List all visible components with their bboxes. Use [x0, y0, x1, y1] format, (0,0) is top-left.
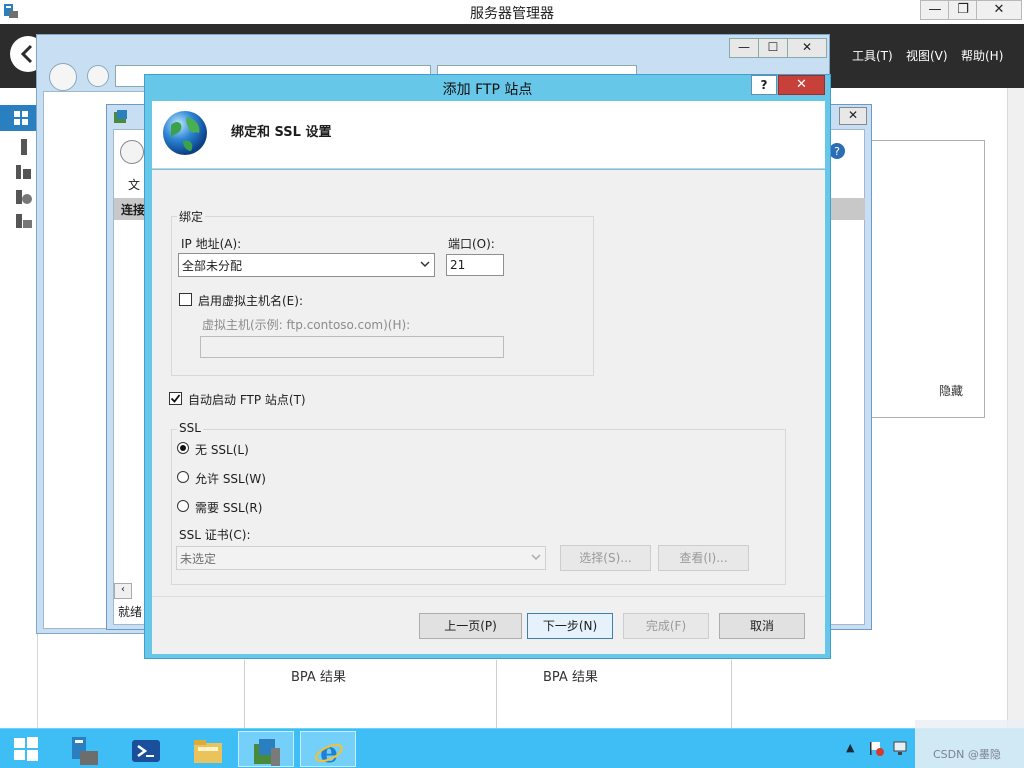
server-manager-icon — [72, 737, 98, 765]
dialog-title: 添加 FTP 站点 — [442, 82, 533, 98]
chevron-down-icon — [420, 261, 430, 268]
bpa-tile-2: BPA 结果 — [496, 660, 732, 728]
iis-icon[interactable] — [15, 212, 33, 230]
enable-virtual-host-label: 启用虚拟主机名(E): — [198, 294, 303, 308]
cancel-button[interactable]: 取消 — [719, 613, 805, 639]
powershell-icon — [132, 740, 160, 762]
ie-maximize-button[interactable]: ☐ — [758, 38, 788, 58]
dialog-close-button[interactable]: ✕ — [778, 75, 825, 95]
binding-group-label: 绑定 — [177, 208, 206, 225]
folder-icon — [194, 740, 222, 763]
taskbar: e ▲ — [0, 728, 1024, 768]
action-center-flag-icon[interactable] — [868, 740, 884, 756]
auto-start-checkbox[interactable] — [169, 392, 182, 405]
watermark: CSDN @墨隐 — [915, 720, 1024, 768]
bpa-tile-1: BPA 结果 — [244, 660, 496, 728]
close-button[interactable]: ✕ — [976, 0, 1022, 20]
ie-forward-button[interactable] — [87, 65, 109, 87]
port-label: 端口(O): — [448, 237, 495, 251]
menu-view[interactable]: 视图(V) — [906, 47, 948, 64]
show-hidden-icons-icon[interactable]: ▲ — [846, 741, 854, 754]
server-manager-scrollbar[interactable] — [1007, 88, 1024, 728]
hide-panel: 隐藏 — [870, 140, 985, 418]
file-storage-icon[interactable] — [15, 188, 33, 206]
watermark-text: CSDN @墨隐 — [933, 748, 1001, 761]
svg-text:e: e — [320, 736, 338, 768]
globe-icon — [163, 111, 207, 155]
ssl-group-label: SSL — [177, 421, 203, 435]
require-ssl-label: 需要 SSL(R) — [195, 501, 263, 515]
bpa-result-label: BPA 结果 — [291, 670, 346, 685]
iis-close-button[interactable]: ✕ — [839, 107, 867, 125]
iis-scroll-left-button[interactable]: ‹ — [114, 583, 132, 599]
iis-app-icon — [114, 110, 127, 123]
ip-address-select[interactable]: 全部未分配 — [178, 253, 435, 277]
view-certificate-button[interactable]: 查看(I)... — [658, 545, 749, 571]
auto-start-label: 自动启动 FTP 站点(T) — [188, 393, 306, 407]
taskbar-powershell[interactable] — [118, 731, 174, 767]
hide-label[interactable]: 隐藏 — [939, 382, 963, 399]
ssl-certificate-select[interactable]: 未选定 — [176, 546, 546, 570]
dashboard-icon — [14, 111, 28, 125]
allow-ssl-label: 允许 SSL(W) — [195, 472, 266, 486]
server-manager-titlebar: 服务器管理器 — ❐ ✕ — [0, 0, 1024, 24]
ip-address-label: IP 地址(A): — [181, 237, 242, 251]
chevron-down-icon — [531, 554, 541, 561]
virtual-host-input[interactable] — [200, 336, 504, 358]
iis-status-text: 就绪 — [118, 605, 143, 619]
require-ssl-radio[interactable] — [177, 500, 189, 512]
network-icon[interactable] — [892, 740, 908, 756]
internet-explorer-icon: e — [315, 736, 343, 768]
checkmark-icon — [170, 394, 181, 403]
ssl-certificate-value: 未选定 — [180, 552, 217, 566]
taskbar-iis-manager[interactable] — [238, 731, 294, 767]
enable-virtual-host-checkbox[interactable] — [179, 293, 192, 306]
windows-logo-icon — [14, 737, 38, 761]
server-manager-sidebar — [0, 100, 38, 728]
dialog-banner: 绑定和 SSL 设置 — [152, 101, 825, 169]
ie-close-button[interactable]: ✕ — [787, 38, 827, 58]
ip-address-value: 全部未分配 — [182, 259, 243, 273]
ie-minimize-button[interactable]: — — [729, 38, 759, 58]
bpa-result-label: BPA 结果 — [543, 670, 598, 685]
finish-button[interactable]: 完成(F) — [623, 613, 709, 639]
start-button[interactable] — [0, 731, 56, 767]
allow-ssl-radio[interactable] — [177, 471, 189, 483]
previous-button[interactable]: 上一页(P) — [419, 613, 522, 639]
iis-menu-file[interactable]: 文 — [128, 176, 140, 193]
taskbar-server-manager[interactable] — [56, 731, 112, 767]
local-server-icon[interactable] — [15, 138, 33, 156]
server-manager-title: 服务器管理器 — [470, 6, 554, 22]
port-input[interactable]: 21 — [446, 254, 504, 276]
svg-text:?: ? — [834, 145, 840, 158]
no-ssl-radio[interactable] — [177, 442, 189, 454]
iis-back-button[interactable] — [120, 140, 144, 164]
minimize-button[interactable]: — — [920, 0, 950, 20]
virtual-host-label: 虚拟主机(示例: ftp.contoso.com)(H): — [202, 318, 411, 332]
restore-button[interactable]: ❐ — [948, 0, 978, 20]
sidebar-item-dashboard[interactable] — [0, 105, 38, 131]
iis-manager-icon — [254, 739, 280, 766]
menu-tools[interactable]: 工具(T) — [852, 47, 893, 64]
select-certificate-button[interactable]: 选择(S)... — [560, 545, 651, 571]
next-button[interactable]: 下一步(N) — [527, 613, 613, 639]
taskbar-file-explorer[interactable] — [180, 731, 236, 767]
ssl-certificate-label: SSL 证书(C): — [179, 528, 251, 542]
ie-back-button[interactable] — [49, 63, 77, 91]
all-servers-icon[interactable] — [15, 162, 33, 180]
footer-divider — [152, 596, 825, 597]
dialog-heading: 绑定和 SSL 设置 — [231, 125, 332, 140]
iis-actions-header — [829, 198, 865, 220]
add-ftp-site-dialog: 添加 FTP 站点 ? ✕ 绑定和 SSL 设置 绑定 IP 地址(A): 全部… — [144, 74, 831, 659]
menu-help[interactable]: 帮助(H) — [961, 47, 1003, 64]
dialog-help-button[interactable]: ? — [751, 75, 777, 95]
taskbar-internet-explorer[interactable]: e — [300, 731, 356, 768]
dialog-body: 绑定 IP 地址(A): 全部未分配 端口(O): 21 启用虚拟主机名(E):… — [152, 170, 825, 654]
no-ssl-label: 无 SSL(L) — [195, 443, 249, 457]
